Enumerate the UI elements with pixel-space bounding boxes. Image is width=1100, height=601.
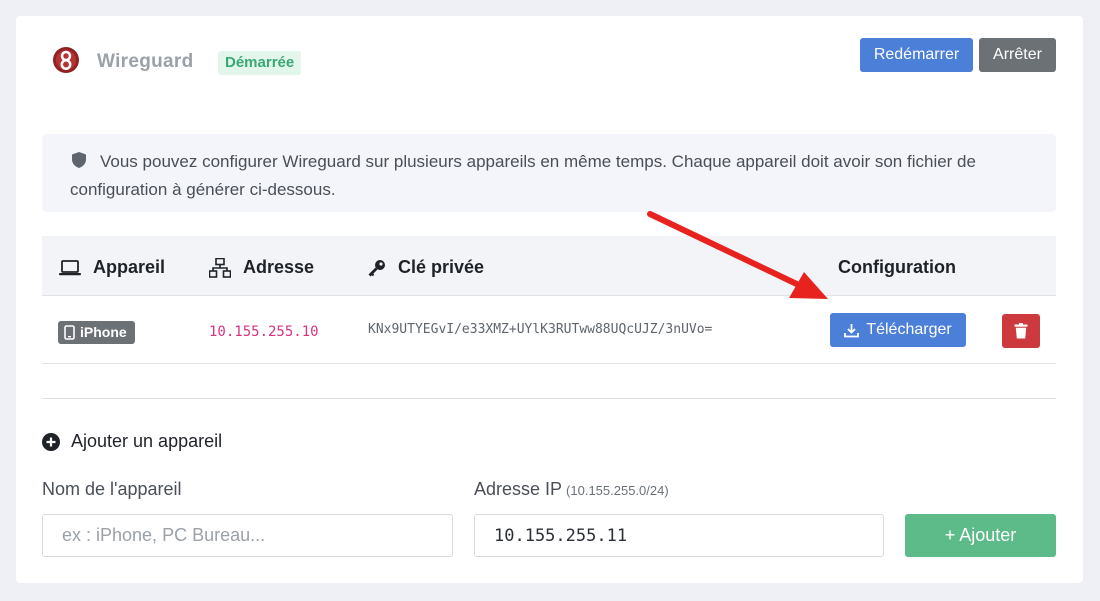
- delete-device-button[interactable]: [1002, 314, 1040, 348]
- shield-icon: [72, 152, 86, 168]
- column-private-key: Clé privée: [368, 257, 484, 278]
- column-address: Adresse: [209, 257, 314, 278]
- download-icon: [844, 323, 860, 337]
- add-device-title: Ajouter un appareil: [42, 431, 222, 452]
- device-private-key: KNx9UTYEGvI/e33XMZ+UYlK3RUTww88UQcUJZ/3n…: [368, 322, 713, 337]
- network-icon: [209, 257, 231, 278]
- device-name-input[interactable]: [42, 514, 453, 557]
- status-badge: Démarrée: [218, 51, 302, 75]
- devices-table-header: Appareil Adresse Clé privée Configuratio…: [42, 236, 1056, 296]
- ip-address-input[interactable]: [474, 514, 884, 557]
- column-device: Appareil: [59, 257, 165, 278]
- column-configuration: Configuration: [838, 257, 956, 277]
- download-config-button[interactable]: Télécharger: [830, 313, 966, 347]
- laptop-icon: [59, 259, 81, 275]
- info-notice: Vous pouvez configurer Wireguard sur plu…: [42, 134, 1056, 212]
- stop-button[interactable]: Arrêter: [979, 38, 1056, 72]
- plus-circle-icon: [42, 432, 60, 451]
- trash-icon: [1014, 323, 1028, 339]
- device-badge: iPhone: [58, 321, 135, 344]
- section-divider: [42, 398, 1056, 399]
- table-row: iPhone 10.155.255.10 KNx9UTYEGvI/e33XMZ+…: [42, 297, 1056, 364]
- notice-text: Vous pouvez configurer Wireguard sur plu…: [70, 152, 976, 199]
- device-name: iPhone: [80, 324, 127, 340]
- wireguard-logo-icon: [53, 47, 79, 73]
- restart-button[interactable]: Redémarrer: [860, 38, 973, 72]
- ip-address-label: Adresse IP (10.155.255.0/24): [474, 479, 669, 499]
- page-title: Wireguard: [97, 51, 194, 72]
- device-name-label: Nom de l'appareil: [42, 479, 182, 499]
- phone-icon: [64, 325, 75, 340]
- add-device-button[interactable]: + Ajouter: [905, 514, 1056, 557]
- key-icon: [368, 259, 385, 276]
- ip-range-hint: (10.155.255.0/24): [566, 483, 669, 498]
- device-address: 10.155.255.10: [209, 324, 319, 340]
